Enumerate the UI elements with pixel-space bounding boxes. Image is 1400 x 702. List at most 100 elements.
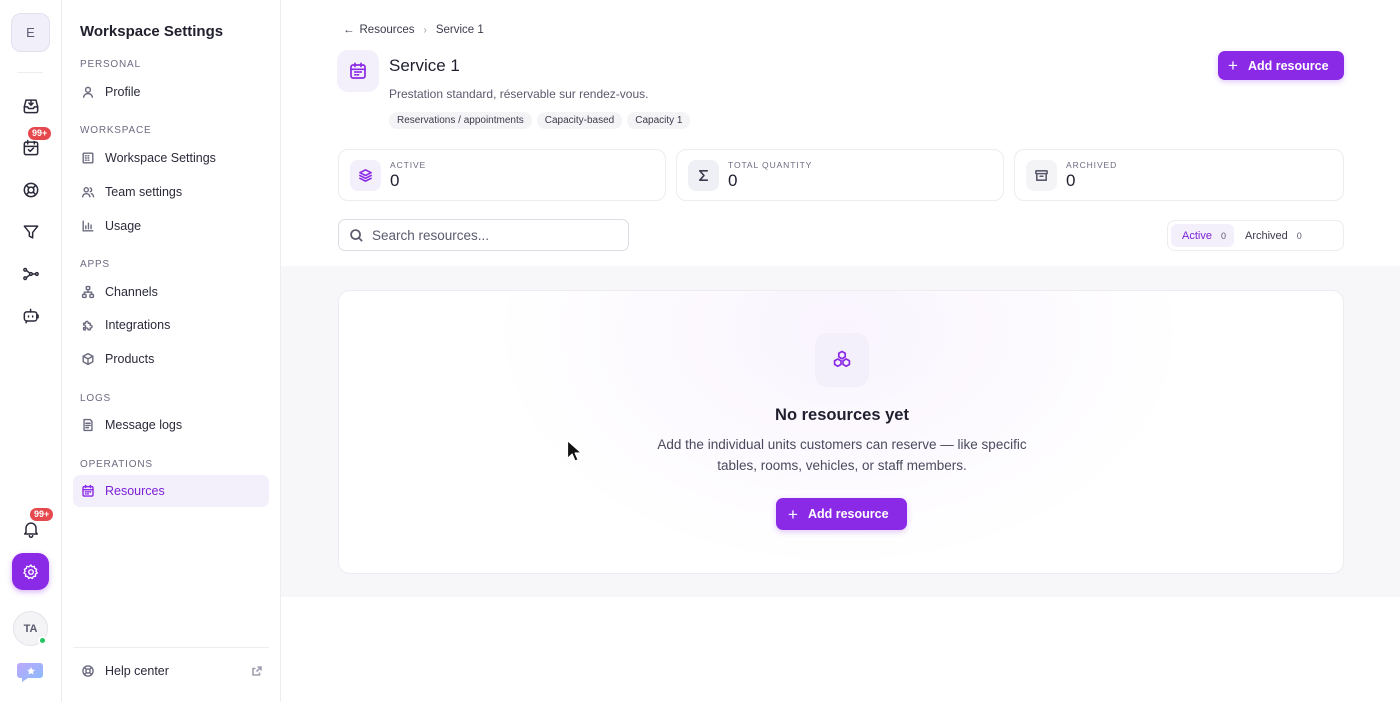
empty-state-title: No resources yet <box>775 406 909 424</box>
sidebar-item-label: Products <box>105 352 155 366</box>
empty-state-description: Add the individual units customers can r… <box>657 437 1027 473</box>
sidebar-item-resources[interactable]: Resources <box>73 475 269 507</box>
sidebar-item-channels[interactable]: Channels <box>73 276 269 308</box>
lifebuoy-icon <box>23 182 39 198</box>
stat-card-total-quantity: TOTAL QUANTITY 0 <box>676 149 1004 201</box>
sidebar-item-label: Channels <box>105 285 158 299</box>
page-title: Service 1 <box>389 56 460 75</box>
mouse-cursor-icon <box>566 439 583 463</box>
workspace-initial: E <box>26 25 35 40</box>
add-resource-button-empty[interactable]: + Add resource <box>776 498 907 530</box>
sidebar-item-products[interactable]: Products <box>73 343 269 375</box>
flows-nav-button[interactable] <box>15 258 47 290</box>
sidebar-item-label: Resources <box>105 484 165 498</box>
boxes-icon <box>833 350 851 368</box>
inbox-icon <box>23 99 39 114</box>
search-icon <box>350 228 363 242</box>
sidebar-item-profile[interactable]: Profile <box>73 76 269 108</box>
section-workspace: WORKSPACE <box>80 125 152 136</box>
help-center-link[interactable]: Help center <box>73 655 269 687</box>
tag-capacity: Capacity 1 <box>627 112 691 129</box>
stat-value: 0 <box>1066 171 1076 190</box>
plus-icon: + <box>788 504 798 524</box>
network-icon <box>81 285 95 299</box>
bell-icon <box>24 522 38 539</box>
settings-button[interactable] <box>12 553 49 590</box>
external-link-icon <box>251 664 263 676</box>
sidebar-item-label: Integrations <box>105 318 171 332</box>
sidebar-item-team-settings[interactable]: Team settings <box>73 176 269 208</box>
sidebar-item-message-logs[interactable]: Message logs <box>73 409 269 441</box>
sidebar-item-label: Workspace Settings <box>105 151 216 165</box>
building-icon <box>81 151 95 165</box>
tag-capacity-mode: Capacity-based <box>536 112 623 129</box>
add-resource-label: Add resource <box>1247 58 1329 73</box>
breadcrumb-parent: Resources <box>359 24 415 36</box>
sigma-icon <box>688 160 719 191</box>
online-status-dot <box>38 636 47 645</box>
flow-icon <box>23 267 39 281</box>
add-resource-label: Add resource <box>807 507 889 521</box>
calendar-icon <box>81 484 95 498</box>
search-box <box>338 219 629 251</box>
service-tags: Reservations / appointments Capacity-bas… <box>389 112 691 129</box>
stat-value: 0 <box>728 171 738 190</box>
stat-card-archived: ARCHIVED 0 <box>1014 149 1344 201</box>
tag-booking-type: Reservations / appointments <box>389 112 532 129</box>
bot-nav-button[interactable] <box>15 300 47 332</box>
filter-archived-tab[interactable]: Archived 0 <box>1234 224 1310 247</box>
calendar-icon <box>350 62 366 79</box>
user-initials: TA <box>23 622 38 635</box>
puzzle-icon <box>81 318 95 332</box>
filter-label: Archived <box>1244 229 1288 242</box>
filter-active-tab[interactable]: Active 0 <box>1171 224 1234 247</box>
page-description: Prestation standard, réservable sur rend… <box>389 87 649 101</box>
user-icon <box>81 85 95 99</box>
search-input[interactable] <box>372 227 612 243</box>
lifebuoy-icon <box>81 664 95 678</box>
sidebar-item-label: Usage <box>105 219 142 233</box>
section-personal: PERSONAL <box>80 59 141 70</box>
stat-value: 0 <box>390 171 400 190</box>
back-arrow-icon: ← <box>343 24 355 36</box>
main-content: ← Resources › Service 1 Service 1 Presta… <box>281 0 1400 702</box>
sidebar-item-label: Help center <box>105 664 169 678</box>
sidebar-item-label: Message logs <box>105 418 183 432</box>
filter-count: 0 <box>1220 230 1226 241</box>
status-filter: Active 0 Archived 0 <box>1167 220 1344 251</box>
stat-card-active: ACTIVE 0 <box>338 149 666 201</box>
box-icon <box>81 352 95 366</box>
section-apps: APPS <box>80 259 110 270</box>
funnel-icon <box>23 225 39 239</box>
breadcrumb-resources-link[interactable]: ← Resources <box>343 24 414 36</box>
workspace-switcher[interactable]: E <box>11 13 50 52</box>
sidebar-item-label: Team settings <box>105 185 183 199</box>
sidebar-divider <box>73 647 269 648</box>
chevron-right-icon: › <box>423 24 427 36</box>
support-nav-button[interactable] <box>15 174 47 206</box>
assistant-button[interactable] <box>16 660 46 684</box>
settings-sidebar: Workspace Settings PERSONAL Profile WORK… <box>62 0 281 702</box>
receipt-icon <box>81 418 95 432</box>
rail-divider <box>17 72 43 73</box>
breadcrumb-current: Service 1 <box>435 24 484 36</box>
funnel-nav-button[interactable] <box>15 216 47 248</box>
sidebar-item-usage[interactable]: Usage <box>73 210 269 242</box>
inbox-nav-button[interactable] <box>15 90 47 122</box>
notifications-badge: 99+ <box>29 507 55 522</box>
breadcrumb: ← Resources › Service 1 <box>343 24 484 36</box>
filter-count: 0 <box>1296 230 1302 241</box>
bar-chart-icon <box>81 219 95 233</box>
calendar-badge: 99+ <box>27 126 53 141</box>
sidebar-item-integrations[interactable]: Integrations <box>73 309 269 341</box>
stat-label: ACTIVE <box>390 160 427 170</box>
stat-label: ARCHIVED <box>1066 160 1118 170</box>
stat-label: TOTAL QUANTITY <box>728 160 813 170</box>
plus-icon: + <box>1228 56 1238 75</box>
service-icon <box>337 50 379 92</box>
sidebar-item-workspace-settings[interactable]: Workspace Settings <box>73 142 269 174</box>
empty-state-icon <box>815 333 869 387</box>
chat-bubble-icon <box>17 663 43 682</box>
add-resource-button[interactable]: + Add resource <box>1218 51 1344 80</box>
section-operations: OPERATIONS <box>80 459 153 470</box>
